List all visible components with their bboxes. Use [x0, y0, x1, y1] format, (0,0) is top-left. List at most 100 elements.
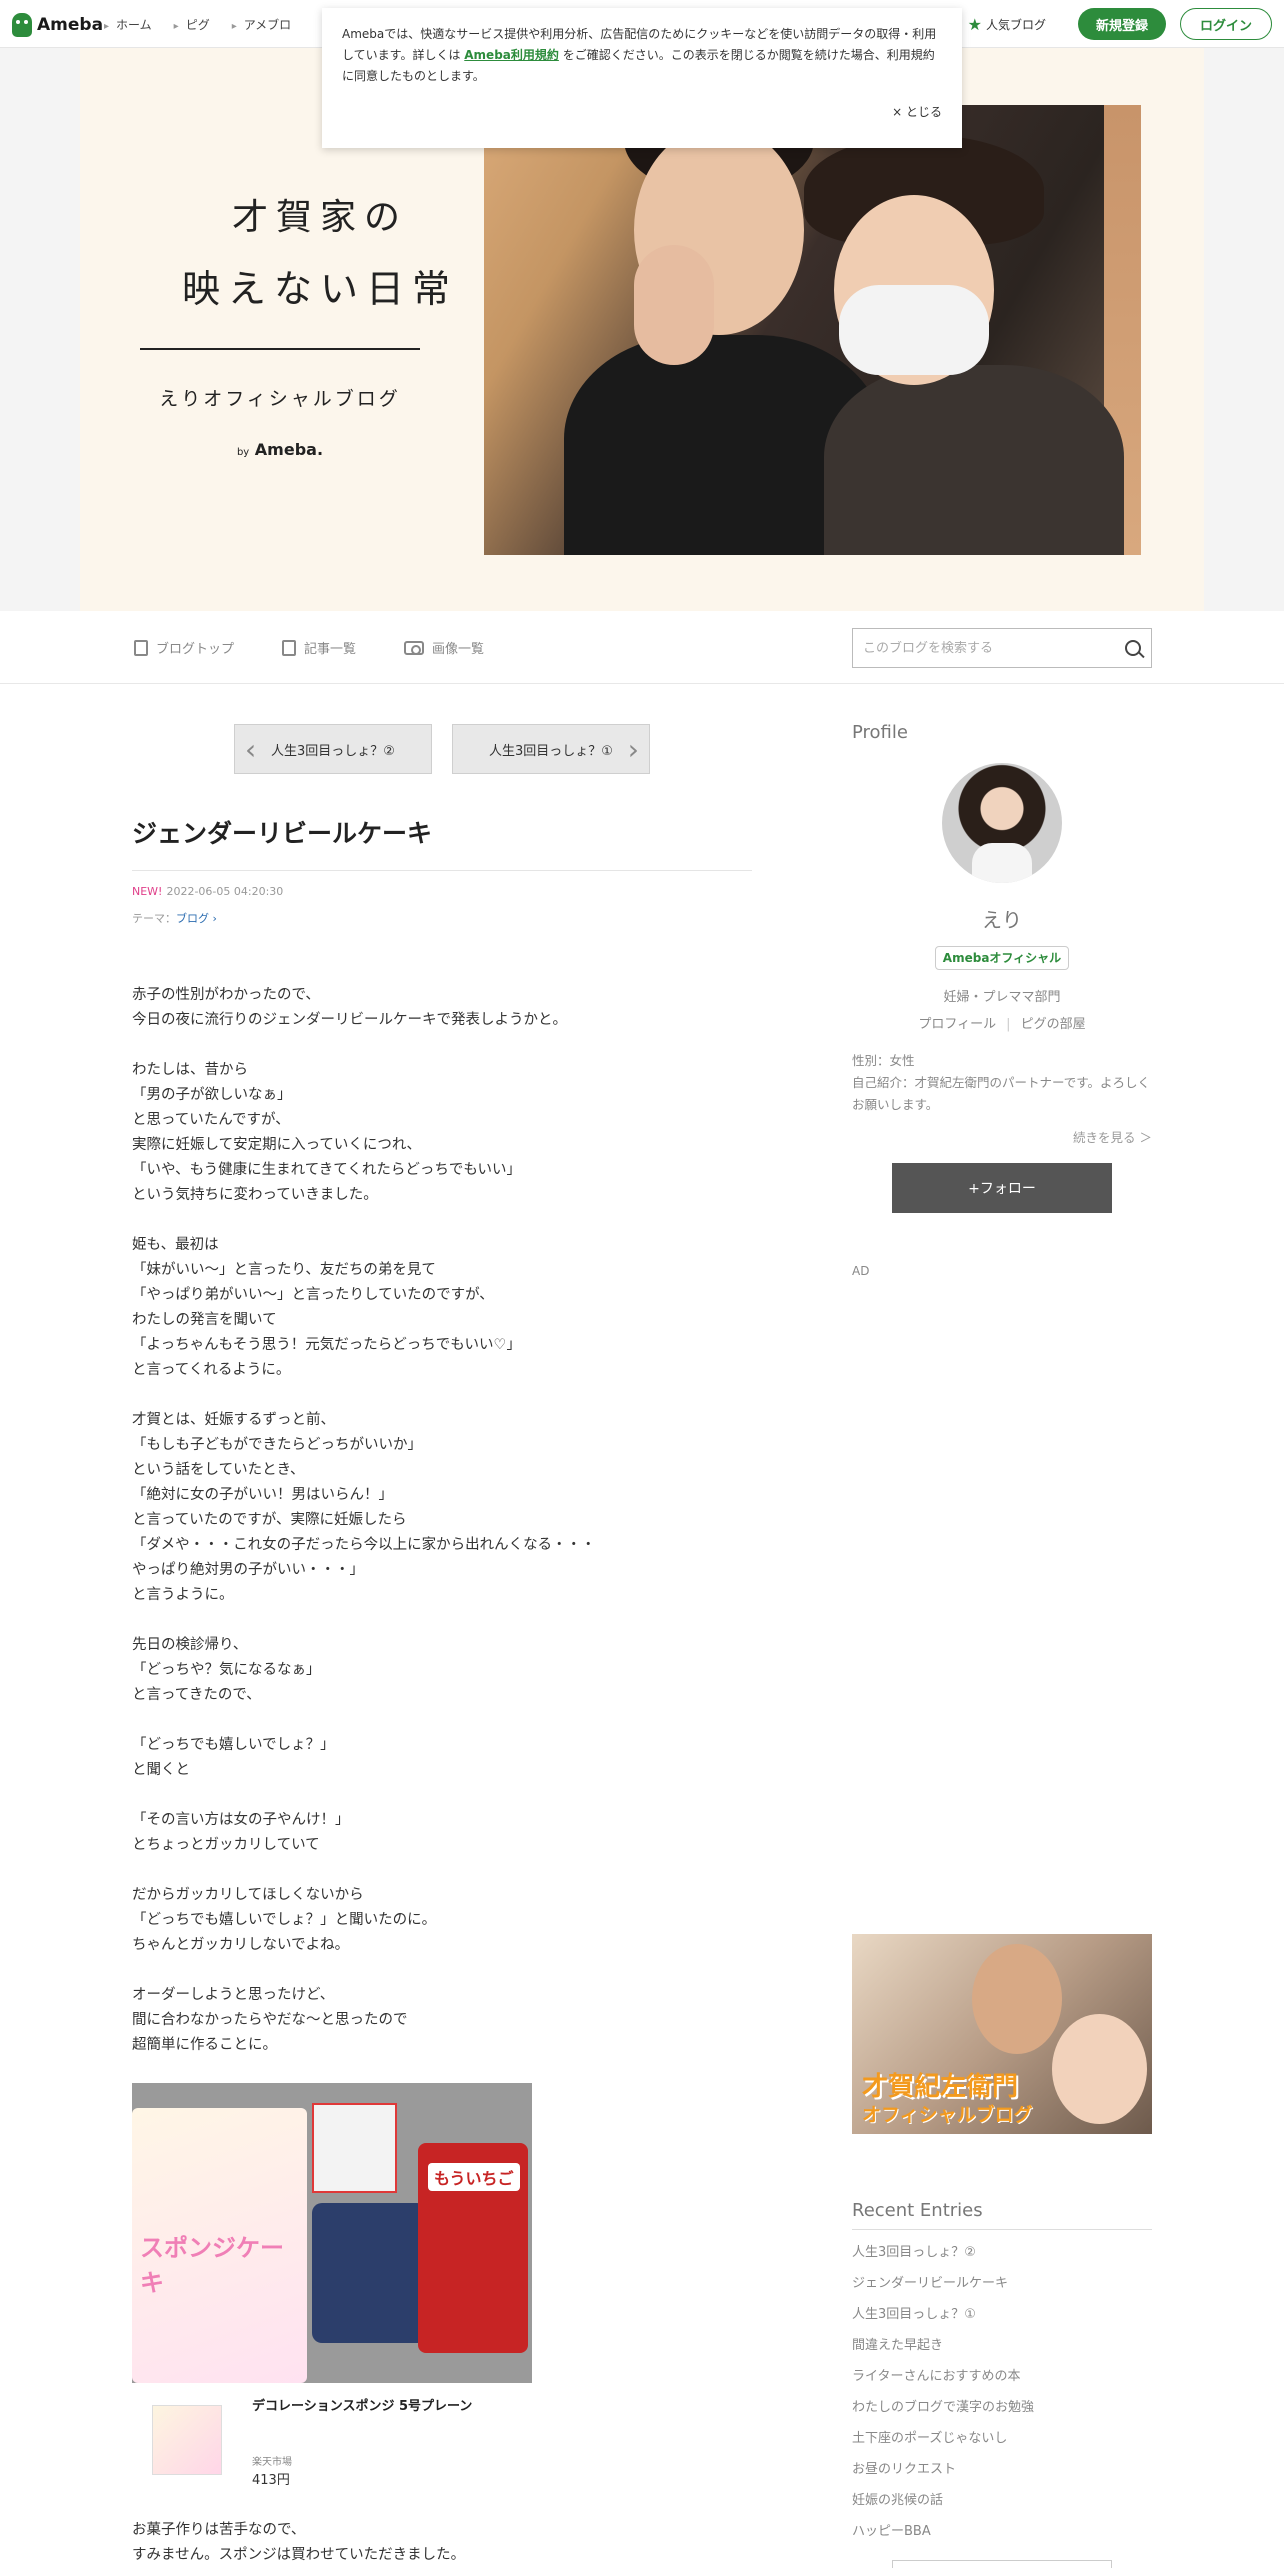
paragraph: 先日の検診帰り、 「どっちや？気になるなぁ」 と言ってきたので、 [132, 1633, 752, 1708]
article-meta: NEW! 2022-06-05 04:20:30 [132, 885, 283, 898]
camera-icon [404, 640, 425, 655]
image-list-label: 画像一覧 [432, 642, 485, 657]
recent-entry-link[interactable]: 妊娠の兆候の話 [852, 2488, 1152, 2519]
blog-title-line1: 才賀家の [231, 197, 408, 238]
text-line: だからガッカリしてほしくないから [132, 1887, 364, 1903]
global-nav: ホーム ピグ アメブロ [104, 0, 291, 48]
blog-subtitle: えりオフィシャルブログ [159, 388, 401, 410]
text-line: 「妹がいい〜」と言ったり、友だちの弟を見て [132, 1262, 436, 1278]
text-line: 「ダメや・・・これ女の子だったら今以上に家から出れんくなる・・・ [132, 1537, 596, 1553]
recent-entry-link[interactable]: 土下座のポーズじゃないし [852, 2426, 1152, 2457]
recent-entries-list: 人生3回目っしょ？② ジェンダーリビールケーキ 人生3回目っしょ？① 間違えた早… [852, 2240, 1152, 2550]
nav-ameblo-link[interactable]: アメブロ [232, 16, 291, 33]
recent-entry-link[interactable]: ライターさんにおすすめの本 [852, 2364, 1152, 2395]
new-badge: NEW! [132, 885, 163, 898]
cookie-consent-banner: Amebaでは、快適なサービス提供や利用分析、広告配信のためにクッキーなどを使い… [322, 8, 962, 148]
login-button[interactable]: ログイン [1179, 8, 1272, 40]
read-more-link[interactable]: 続きを見る ＞ [852, 1127, 1152, 1146]
header-photo [484, 105, 1141, 555]
nav-pigg-link[interactable]: ピグ [174, 16, 210, 33]
profile-gender: 性別：女性 [852, 1053, 915, 1068]
recent-entry-link[interactable]: わたしのブログで漢字のお勉強 [852, 2395, 1152, 2426]
blueberry-pack [312, 2203, 427, 2343]
paragraph: 赤子の性別がわかったので、 今日の夜に流行りのジェンダーリビールケーキで発表しよ… [132, 983, 752, 1033]
profile-link[interactable]: プロフィール [918, 1017, 996, 1032]
article-date: 2022-06-05 04:20:30 [166, 885, 284, 898]
sponge-cake-package: スポンジケーキ [132, 2108, 307, 2383]
ad-label: AD [852, 1264, 870, 1278]
nav-home-link[interactable]: ホーム [104, 16, 152, 33]
official-blog-banner[interactable]: 才賀紀左衛門 オフィシャルブログ [852, 1934, 1152, 2134]
product-price: 413円 [252, 2473, 290, 2488]
text-line: 超簡単に作ることに。 [132, 2037, 277, 2053]
search-icon[interactable] [1125, 640, 1141, 656]
paragraph: オーダーしようと思ったけど、 間に合わなかったらやだな〜と思ったので 超簡単に作… [132, 1983, 752, 2058]
terms-link[interactable]: Ameba利用規約 [464, 48, 559, 62]
recent-entry-link[interactable]: 人生3回目っしょ？① [852, 2302, 1152, 2333]
profile-avatar[interactable] [942, 763, 1062, 883]
paragraph: 「その言い方は女の子やんけ！」 とちょっとガッカリしていて [132, 1808, 752, 1858]
next-entry-button[interactable]: 人生3回目っしょ？① [452, 724, 650, 774]
ameba-logo[interactable]: Ameba [12, 12, 103, 38]
text-line: 「どっちや？気になるなぁ」 [132, 1662, 321, 1678]
recent-entry-link[interactable]: 間違えた早起き [852, 2333, 1152, 2364]
blog-search-input[interactable] [863, 640, 1125, 656]
image-list-link[interactable]: 画像一覧 [404, 638, 484, 657]
recent-entry-link[interactable]: ハッピーBBA [852, 2519, 1152, 2550]
product-card[interactable]: デコレーションスポンジ 5号プレーン 楽天市場 413円 [132, 2395, 532, 2495]
register-button[interactable]: 新規登録 [1077, 8, 1166, 40]
article-body-continued: お菓子作りは苦手なので、 すみません。スポンジは買わせていただきました。 [132, 2518, 752, 2568]
profile-info: 性別：女性 自己紹介：才賀紀左衛門のパートナーです。よろしくお願いします。 [852, 1050, 1152, 1116]
text-line: 「男の子が欲しいなぁ」 [132, 1087, 292, 1103]
blog-nav-items: ブログトップ 記事一覧 画像一覧 [134, 611, 484, 684]
blog-search [852, 628, 1152, 668]
copy-icon [282, 639, 297, 656]
text-line: 「どっちでも嬉しいでしょ？」と聞いたのに。 [132, 1912, 437, 1928]
text-line: とちょっとガッカリしていて [132, 1837, 320, 1853]
text-line: 間に合わなかったらやだな〜と思ったので [132, 2012, 408, 2028]
text-line: 実際に妊娠して安定期に入っていくにつれ、 [132, 1137, 421, 1153]
header-side-left [0, 48, 80, 611]
pigg-room-link[interactable]: ピグの部屋 [1021, 1017, 1086, 1032]
logo-text: Ameba [37, 15, 104, 35]
theme-link[interactable]: ブログ › [176, 912, 217, 925]
text-line: 「やっぱり弟がいい〜」と言ったりしていたのですが、 [132, 1287, 494, 1303]
blog-top-link[interactable]: ブログトップ [134, 638, 234, 657]
cream-carton [312, 2103, 397, 2193]
ameba-logo-icon [12, 13, 32, 37]
star-icon: ★ [967, 14, 982, 34]
popular-blog-link[interactable]: ★ 人気ブログ [968, 15, 1046, 34]
paragraph: 姫も、最初は 「妹がいい〜」と言ったり、友だちの弟を見て 「やっぱり弟がいい〜」… [132, 1233, 752, 1383]
text-line: 「よっちゃんもそう思う！元気だったらどっちでもいい♡」 [132, 1337, 521, 1353]
text-line: 姫も、最初は [132, 1237, 219, 1253]
profile-name[interactable]: えり [852, 904, 1152, 933]
recent-entry-link[interactable]: 人生3回目っしょ？② [852, 2240, 1152, 2271]
text-line: 今日の夜に流行りのジェンダーリビールケーキで発表しようかと。 [132, 1012, 567, 1028]
text-line: 「もしも子どもができたらどっちがいいか」 [132, 1437, 422, 1453]
profile-links: プロフィール | ピグの部屋 [852, 1013, 1152, 1032]
profile-category[interactable]: 妊婦・プレママ部門 [852, 986, 1152, 1005]
by-label: by [236, 447, 250, 458]
cookie-close-button[interactable]: × とじる [892, 102, 942, 123]
entry-list-label: 記事一覧 [304, 642, 357, 657]
blog-title-line2: 映えない日常 [181, 267, 458, 311]
header-side-right [1204, 48, 1284, 611]
recent-entry-link[interactable]: ジェンダーリビールケーキ [852, 2271, 1152, 2302]
text-line: 「どっちでも嬉しいでしょ？」 [132, 1737, 335, 1753]
follow-button[interactable]: +フォロー [892, 1163, 1112, 1213]
paragraph: わたしは、昔から 「男の子が欲しいなぁ」 と思っていたんですが、 実際に妊娠して… [132, 1058, 752, 1208]
article-body: 赤子の性別がわかったので、 今日の夜に流行りのジェンダーリビールケーキで発表しよ… [132, 983, 752, 2083]
brand-label: Ameba. [254, 440, 324, 459]
strawberry-label: もういちご [428, 2163, 520, 2191]
recent-entry-link[interactable]: お昼のリクエスト [852, 2457, 1152, 2488]
text-line: 才賀とは、妊娠するずっと前、 [132, 1412, 335, 1428]
prev-entry-button[interactable]: 人生3回目っしょ？② [234, 724, 432, 774]
article-photo[interactable]: スポンジケーキ もういちご [132, 2083, 532, 2383]
theme-label: テーマ： [132, 912, 176, 925]
entry-list-link[interactable]: 記事一覧 [282, 638, 356, 657]
document-icon [134, 639, 148, 656]
sidebar-more-button[interactable] [892, 2560, 1112, 2568]
text-line: 先日の検診帰り、 [132, 1637, 248, 1653]
text-line: と思っていたんですが、 [132, 1112, 290, 1128]
text-line: 「いや、もう健康に生まれてきてくれたらどっちでもいい」 [132, 1162, 522, 1178]
